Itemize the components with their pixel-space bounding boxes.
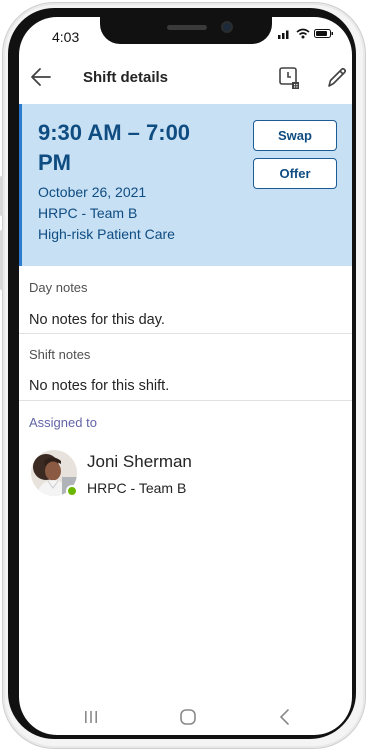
app-header: Shift details [19, 55, 352, 103]
shift-notes-label: Shift notes [29, 347, 91, 362]
day-notes-label: Day notes [29, 280, 88, 295]
recents-icon[interactable] [79, 707, 103, 727]
shift-team: HRPC - Team B [38, 205, 138, 221]
chevron-left-icon[interactable] [273, 707, 297, 727]
divider [19, 400, 352, 401]
day-notes-text: No notes for this day. [29, 312, 165, 328]
presence-available-badge [66, 485, 78, 497]
shift-time-range: 9:30 AM – 7:00 PM [38, 120, 191, 175]
status-time: 4:03 [52, 29, 80, 45]
battery-icon [314, 29, 333, 38]
assigned-person-team: HRPC - Team B [87, 480, 187, 496]
speaker [167, 25, 207, 30]
pencil-icon[interactable] [325, 65, 349, 91]
phone-side-button [0, 230, 3, 290]
assigned-to-label: Assigned to [29, 415, 97, 430]
status-icons [278, 28, 334, 39]
shift-date: October 26, 2021 [38, 184, 147, 200]
shift-notes-text: No notes for this shift. [29, 378, 170, 394]
phone-screen: 4:03 Shift details 9:30 AM – 7:00 PM Oct… [19, 17, 352, 735]
notch [100, 17, 272, 44]
phone-side-button [0, 176, 3, 216]
back-arrow-icon[interactable] [29, 65, 53, 89]
offer-button[interactable]: Offer [253, 158, 337, 189]
assigned-person-name[interactable]: Joni Sherman [87, 452, 192, 472]
swap-button[interactable]: Swap [253, 120, 337, 151]
page-title: Shift details [83, 69, 169, 86]
system-navigation-bar [19, 703, 352, 735]
shift-summary-card: 9:30 AM – 7:00 PM October 26, 2021 HRPC … [19, 104, 352, 266]
signal-icon [278, 30, 289, 39]
wifi-icon [296, 28, 310, 39]
calendar-clock-icon[interactable] [277, 65, 301, 91]
home-icon[interactable] [176, 707, 200, 727]
shift-label: High-risk Patient Care [38, 226, 175, 242]
front-camera [221, 21, 233, 33]
divider [19, 333, 352, 334]
